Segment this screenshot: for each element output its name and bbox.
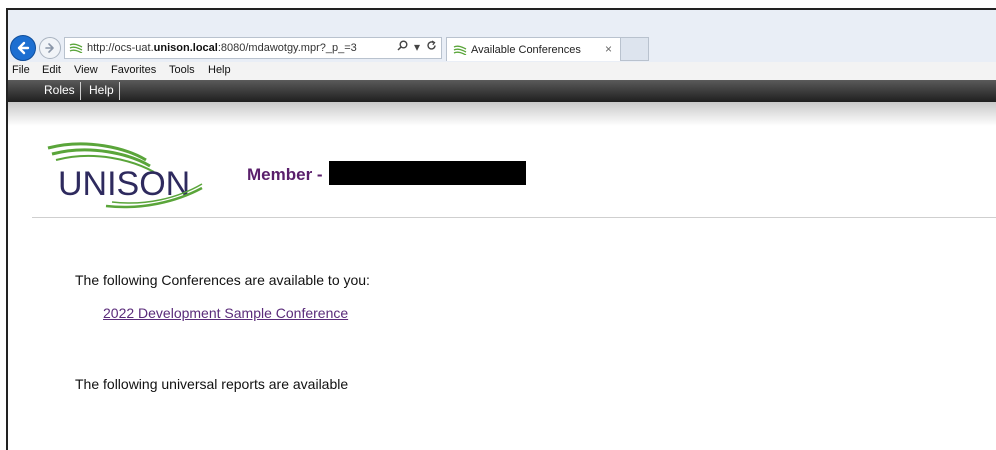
unison-logo: UNISON	[47, 142, 203, 209]
arrow-left-icon	[17, 41, 30, 55]
reports-intro-text: The following universal reports are avai…	[75, 376, 349, 392]
app-nav-bar: Roles Help	[8, 80, 996, 102]
conference-link[interactable]: 2022 Development Sample Conference	[103, 305, 348, 321]
search-icon[interactable]	[397, 40, 408, 54]
refresh-icon[interactable]	[426, 40, 437, 54]
member-heading: Member -	[247, 165, 323, 184]
menu-bar: File Edit View Favorites Tools Help	[8, 62, 996, 81]
nav-divider	[119, 82, 120, 100]
forward-button[interactable]	[39, 37, 61, 59]
new-tab-button[interactable]	[621, 37, 649, 61]
menu-view[interactable]: View	[74, 64, 98, 76]
menu-file[interactable]: File	[12, 64, 30, 76]
arrow-right-icon	[45, 43, 54, 53]
site-favicon-icon	[453, 44, 467, 55]
address-bar[interactable]: http://ocs-uat.unison.local:8080/mdawotg…	[64, 37, 442, 59]
site-favicon-icon	[69, 43, 83, 53]
menu-favorites[interactable]: Favorites	[111, 64, 156, 76]
tab-available-conferences[interactable]: Available Conferences ×	[446, 37, 621, 61]
close-icon[interactable]: ×	[605, 42, 612, 56]
header-divider	[32, 217, 996, 218]
nav-roles[interactable]: Roles	[44, 83, 75, 97]
menu-tools[interactable]: Tools	[169, 64, 195, 76]
address-url: http://ocs-uat.unison.local:8080/mdawotg…	[87, 42, 357, 54]
browser-toolbar: http://ocs-uat.unison.local:8080/mdawotg…	[8, 10, 996, 62]
redacted-member-name	[329, 161, 526, 185]
back-button[interactable]	[10, 35, 36, 61]
dropdown-arrow-icon[interactable]: ▾	[414, 40, 420, 54]
menu-help[interactable]: Help	[208, 64, 231, 76]
tab-title: Available Conferences	[471, 43, 581, 56]
conferences-intro-text: The following Conferences are available …	[75, 272, 370, 288]
browser-window: http://ocs-uat.unison.local:8080/mdawotg…	[6, 8, 996, 450]
nav-divider	[80, 82, 81, 100]
nav-help[interactable]: Help	[89, 83, 114, 97]
menu-edit[interactable]: Edit	[42, 64, 61, 76]
nav-shadow	[8, 102, 996, 126]
